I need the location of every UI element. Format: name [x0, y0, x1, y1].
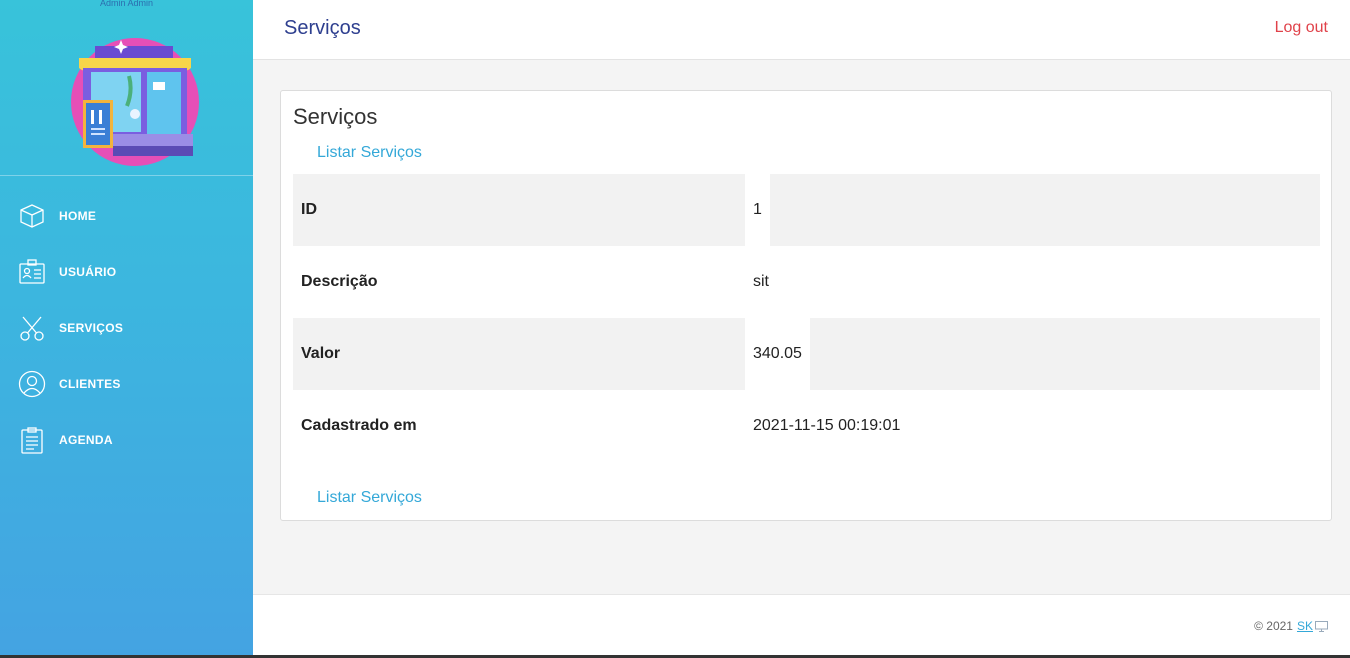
box-icon	[20, 204, 44, 228]
table-row: ID 1	[293, 174, 1320, 246]
sidebar-nav: HOME USUÁRIO SERVIÇOS CLIENTES AGENDA	[0, 188, 253, 468]
row-key: Valor	[301, 345, 341, 362]
page-title: Serviços	[284, 17, 361, 39]
card-title: Serviços	[293, 104, 378, 129]
footer: © 2021 SK	[253, 594, 1350, 658]
table-row: Descrição sit	[293, 246, 1320, 318]
table-row: Cadastrado em 2021-11-15 00:19:01	[293, 390, 1320, 462]
list-services-link-bottom[interactable]: Listar Serviços	[317, 489, 422, 507]
table-row: Valor 340.05	[293, 318, 1320, 390]
sidebar-item-servicos[interactable]: SERVIÇOS	[0, 300, 253, 356]
id-card-icon	[19, 259, 45, 284]
sidebar-item-agenda[interactable]: AGENDA	[0, 412, 253, 468]
sidebar-item-label: AGENDA	[59, 433, 113, 447]
sidebar-item-label: USUÁRIO	[59, 265, 117, 279]
row-value: 340.05	[745, 318, 810, 390]
row-value: 2021-11-15 00:19:01	[753, 417, 901, 434]
sidebar-item-label: CLIENTES	[59, 377, 121, 391]
brand-link[interactable]: SK	[1297, 619, 1313, 633]
row-key: Cadastrado em	[301, 417, 417, 434]
sidebar-item-usuario[interactable]: USUÁRIO	[0, 244, 253, 300]
top-bar: Serviços Log out	[253, 0, 1350, 60]
user-circle-icon	[18, 370, 46, 398]
scissors-icon	[20, 316, 44, 341]
sidebar-item-clientes[interactable]: CLIENTES	[0, 356, 253, 412]
clipboard-icon	[21, 427, 43, 454]
footer-copyright: © 2021 SK	[1254, 619, 1328, 633]
row-value: 1	[745, 174, 770, 246]
service-detail-card: Serviços Listar Serviços ID 1 Descrição …	[280, 90, 1332, 521]
sidebar-divider	[0, 175, 253, 176]
sidebar-item-label: HOME	[59, 209, 97, 223]
list-services-link-top[interactable]: Listar Serviços	[317, 144, 422, 162]
shop-logo	[71, 38, 199, 166]
row-key: ID	[301, 201, 317, 218]
row-key: Descrição	[301, 273, 378, 290]
sidebar: Admin Admin HOME USUÁRIO SERVIÇOS CLIENT…	[0, 0, 253, 658]
logout-link[interactable]: Log out	[1275, 19, 1328, 37]
row-value: sit	[753, 273, 769, 290]
detail-table: ID 1 Descrição sit Valor 340.05 Cadastra…	[293, 174, 1320, 462]
sidebar-item-label: SERVIÇOS	[59, 321, 124, 335]
monitor-icon	[1315, 620, 1328, 632]
sidebar-user-name: Admin Admin	[99, 0, 154, 8]
sidebar-item-home[interactable]: HOME	[0, 188, 253, 244]
copyright-text: © 2021	[1254, 619, 1293, 633]
